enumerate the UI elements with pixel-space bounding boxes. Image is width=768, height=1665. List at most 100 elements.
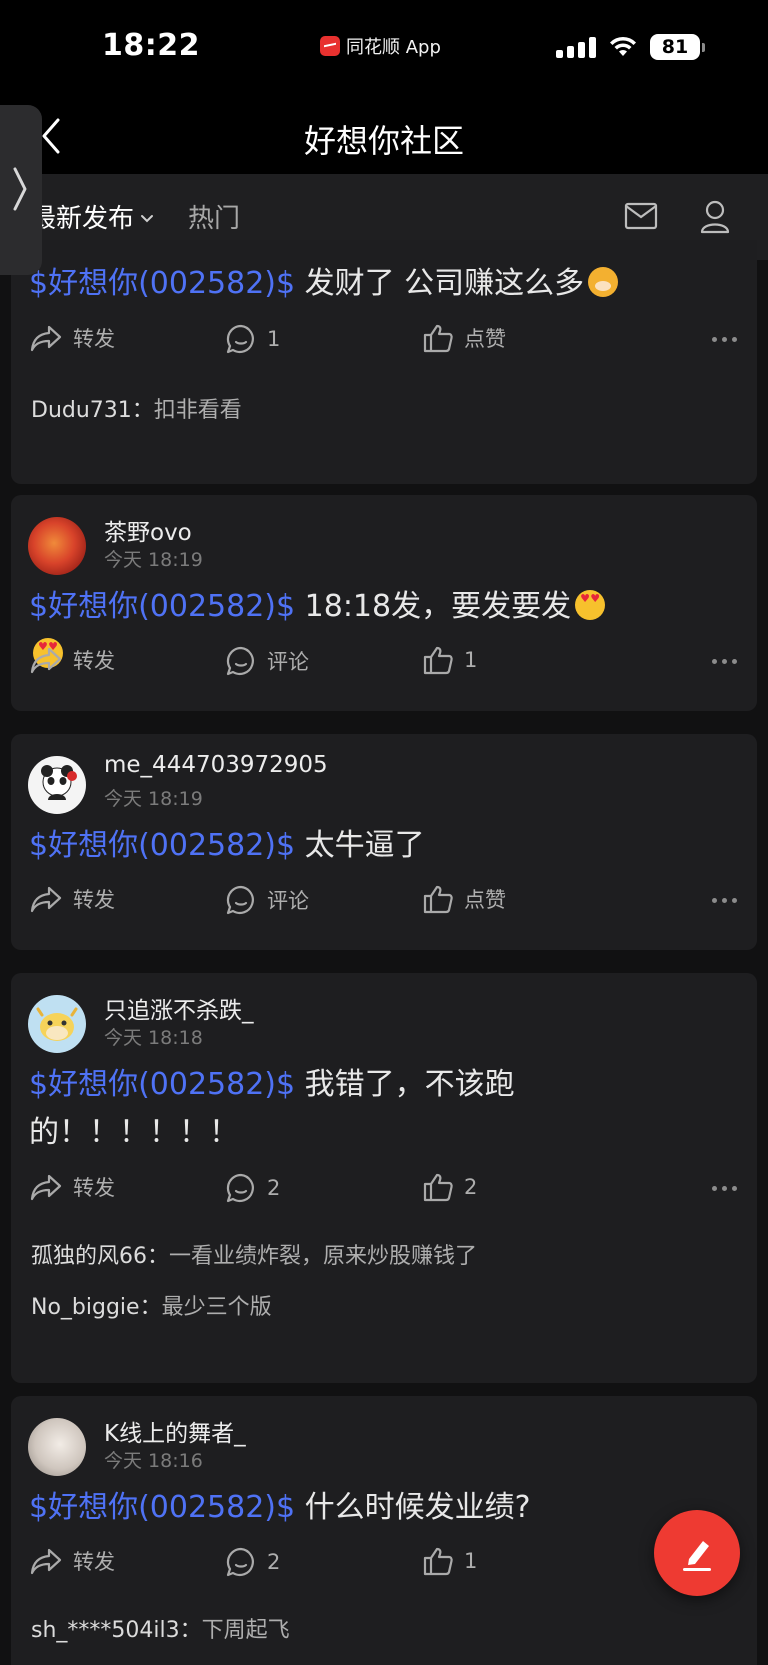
like-count: 2	[464, 1175, 478, 1199]
post-username[interactable]: me_444703972905	[104, 752, 328, 778]
status-app-name: 同花顺 App	[346, 37, 441, 58]
comment-button[interactable]: 2	[225, 1546, 280, 1578]
comment-preview[interactable]: 孤独的风66：一看业绩炸裂，原来炒股赚钱了	[31, 1238, 477, 1270]
comment-count: 2	[267, 1550, 281, 1574]
app-logo-icon	[320, 36, 340, 56]
post-time: 今天 18:19	[104, 788, 203, 810]
post-actions: 转发 2 2	[11, 1172, 757, 1212]
like-icon	[423, 1547, 453, 1576]
comment-text: 最少三个版	[161, 1295, 272, 1320]
comment-user: sh_****504il3：	[31, 1618, 202, 1643]
comment-preview[interactable]: Dudu731：扣非看看	[31, 392, 242, 424]
post-card[interactable]: K线上的舞者_ 今天 18:16 $好想你(002582)$ 什么时候发业绩? …	[11, 1396, 757, 1665]
post-username[interactable]: K线上的舞者_	[104, 1414, 246, 1448]
avatar[interactable]	[28, 756, 86, 814]
battery-indicator: 81	[650, 34, 705, 60]
post-username[interactable]: 只追涨不杀跌_	[104, 991, 254, 1025]
post-body-continued: 的！！！！！！	[29, 1115, 239, 1150]
stock-tag-link[interactable]: $好想你(002582)$	[29, 589, 295, 624]
more-icon[interactable]	[712, 337, 737, 342]
comment-user: Dudu731：	[31, 398, 154, 423]
tab-hot[interactable]: 热门	[188, 198, 240, 235]
like-count: 1	[464, 648, 478, 672]
side-drawer-toggle[interactable]	[0, 105, 42, 275]
post-time: 今天 18:16	[104, 1450, 203, 1472]
comment-preview[interactable]: sh_****504il3：下周起飞	[31, 1612, 290, 1644]
post-card[interactable]: $好想你(002582)$ 发财了 公司赚这么多 转发 1 点赞 Dudu731…	[11, 240, 757, 484]
post-time: 今天 18:18	[104, 1027, 203, 1049]
share-button[interactable]: 转发	[29, 323, 115, 353]
share-icon	[30, 1548, 62, 1575]
share-button[interactable]: 转发	[29, 1546, 115, 1576]
comment-icon	[226, 646, 254, 676]
like-icon	[423, 646, 453, 675]
avatar[interactable]	[28, 1418, 86, 1476]
like-button[interactable]: 点赞	[422, 323, 506, 353]
like-button[interactable]: 2	[422, 1172, 477, 1202]
user-icon[interactable]	[700, 200, 730, 234]
chevron-right-icon	[13, 167, 27, 211]
tab-latest[interactable]: 最新发布	[30, 198, 154, 235]
post-actions: 转发 1 点赞	[11, 323, 757, 363]
compose-button[interactable]	[654, 1510, 740, 1596]
chevron-down-icon	[141, 214, 154, 222]
post-card[interactable]: 茶野ovo 今天 18:19 $好想你(002582)$ 18:18发，要发要发…	[11, 495, 757, 711]
mail-icon[interactable]	[624, 202, 658, 230]
post-body: 太牛逼了	[295, 828, 425, 863]
stock-tag-link[interactable]: $好想你(002582)$	[29, 1490, 295, 1525]
comment-icon	[226, 1173, 254, 1203]
comment-icon	[226, 324, 254, 354]
post-username[interactable]: 茶野ovo	[104, 513, 192, 547]
post-body: 什么时候发业绩?	[295, 1490, 531, 1525]
battery-level: 81	[661, 36, 689, 58]
stock-tag-link[interactable]: $好想你(002582)$	[29, 266, 295, 301]
post-text[interactable]: $好想你(002582)$ 太牛逼了	[29, 822, 629, 870]
comment-button[interactable]: 2	[225, 1172, 280, 1204]
post-card[interactable]: me_444703972905 今天 18:19 $好想你(002582)$ 太…	[11, 734, 757, 950]
like-button[interactable]: 1	[422, 645, 477, 675]
cellular-signal-icon	[556, 36, 596, 58]
post-actions: 转发 2 1	[11, 1546, 757, 1586]
post-text[interactable]: $好想你(002582)$ 什么时候发业绩?	[29, 1484, 629, 1532]
like-icon	[423, 1173, 453, 1202]
share-label: 转发	[73, 1550, 115, 1574]
more-icon[interactable]	[712, 1186, 737, 1191]
stock-tag-link[interactable]: $好想你(002582)$	[29, 1067, 295, 1102]
share-button[interactable]: 转发	[29, 884, 115, 914]
stock-tag-link[interactable]: $好想你(002582)$	[29, 828, 295, 863]
comment-button[interactable]: 评论	[225, 645, 309, 677]
post-card[interactable]: 只追涨不杀跌_ 今天 18:18 $好想你(002582)$ 我错了，不该跑的！…	[11, 973, 757, 1383]
comment-preview[interactable]: No_biggie：最少三个版	[31, 1289, 272, 1321]
post-body: 18:18发，要发要发	[295, 589, 572, 624]
like-button[interactable]: 1	[422, 1546, 477, 1576]
more-icon[interactable]	[712, 898, 737, 903]
share-button[interactable]: 转发	[29, 1172, 115, 1202]
wifi-icon	[610, 36, 636, 56]
share-button[interactable]: 转发	[29, 645, 115, 675]
cow-emoji-icon	[588, 267, 619, 297]
comment-text: 下周起飞	[201, 1618, 290, 1643]
post-body: 我错了，不该跑	[295, 1067, 515, 1102]
nav-bar: 好想你社区	[0, 100, 768, 174]
post-text[interactable]: $好想你(002582)$ 我错了，不该跑的！！！！！！	[29, 1061, 629, 1157]
post-time: 今天 18:19	[104, 549, 203, 571]
post-text[interactable]: $好想你(002582)$ 发财了 公司赚这么多	[29, 260, 629, 308]
share-label: 转发	[73, 888, 115, 912]
like-count: 1	[464, 1549, 478, 1573]
share-label: 转发	[73, 1176, 115, 1200]
status-app-indicator[interactable]: 同花顺 App	[320, 33, 441, 59]
panda-meme-icon	[41, 765, 77, 800]
share-label: 转发	[73, 649, 115, 673]
cow-avatar-icon	[36, 1007, 78, 1041]
avatar[interactable]	[28, 517, 86, 575]
comment-label: 评论	[267, 650, 309, 674]
like-button[interactable]: 点赞	[422, 884, 506, 914]
comment-count: 2	[267, 1176, 281, 1200]
avatar[interactable]	[28, 995, 86, 1053]
status-time: 18:22	[102, 28, 200, 63]
comment-button[interactable]: 1	[225, 323, 280, 355]
share-icon	[30, 1174, 62, 1201]
comment-label: 评论	[267, 889, 309, 913]
comment-button[interactable]: 评论	[225, 884, 309, 916]
more-icon[interactable]	[712, 659, 737, 664]
